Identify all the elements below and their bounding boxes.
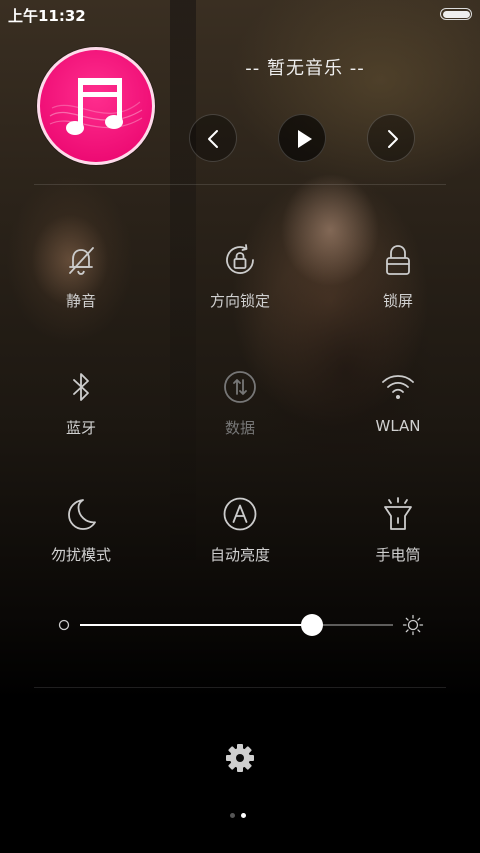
- divider: [34, 687, 446, 688]
- wallpaper-figure: [235, 170, 445, 530]
- toggle-label: 锁屏: [382, 292, 413, 310]
- toggle-auto-brightness[interactable]: 自动亮度: [175, 496, 305, 596]
- brightness-low-icon: [58, 619, 70, 631]
- song-title: -- 暂无音乐 --: [245, 58, 365, 79]
- brightness-high-icon: [402, 614, 424, 636]
- toggle-bluetooth[interactable]: 蓝牙: [16, 369, 146, 469]
- toggle-label: 方向锁定: [209, 292, 270, 310]
- toggle-wlan[interactable]: WLAN: [333, 369, 463, 469]
- toggle-lock-screen[interactable]: 锁屏: [333, 242, 463, 342]
- play-icon: [298, 130, 312, 148]
- chevron-right-icon: [388, 130, 398, 148]
- settings-button[interactable]: [224, 742, 256, 774]
- toggle-label: 手电筒: [375, 546, 421, 564]
- wifi-icon: [382, 375, 414, 399]
- status-time: 上午11:32: [8, 7, 86, 25]
- gear-icon: [226, 744, 254, 772]
- next-track-button[interactable]: [367, 114, 415, 162]
- previous-track-button[interactable]: [189, 114, 237, 162]
- toggle-label: 数据: [224, 419, 255, 437]
- play-button[interactable]: [278, 114, 326, 162]
- toggle-label: 蓝牙: [65, 419, 96, 437]
- slider-track-fill: [80, 624, 312, 626]
- toggle-mute[interactable]: 静音: [16, 242, 146, 342]
- toggle-rotation-lock[interactable]: 方向锁定: [175, 242, 305, 342]
- divider: [34, 184, 446, 185]
- flashlight-icon: [384, 497, 412, 530]
- mobile-data-icon: [224, 371, 256, 403]
- toggle-label: WLAN: [375, 417, 421, 435]
- auto-brightness-icon: [223, 497, 257, 531]
- toggle-label: 勿扰模式: [50, 546, 111, 564]
- bluetooth-icon: [73, 373, 89, 401]
- page-dot: [230, 813, 235, 818]
- lock-icon: [386, 245, 410, 275]
- page-indicator: [230, 813, 250, 819]
- slider-thumb[interactable]: [300, 614, 323, 636]
- chevron-left-icon: [208, 130, 218, 148]
- rotation-lock-icon: [226, 244, 254, 274]
- moon-icon: [68, 499, 96, 530]
- battery-icon: [440, 8, 472, 20]
- album-art[interactable]: [37, 47, 155, 165]
- music-note-icon: [49, 78, 143, 135]
- page-dot-active: [241, 813, 246, 818]
- bell-off-icon: [69, 247, 94, 275]
- toggle-label: 静音: [65, 292, 96, 310]
- status-bar: 上午11:32: [0, 0, 480, 28]
- brightness-slider[interactable]: [56, 610, 426, 640]
- toggle-label: 自动亮度: [209, 546, 270, 564]
- toggle-do-not-disturb[interactable]: 勿扰模式: [16, 496, 146, 596]
- toggle-mobile-data[interactable]: 数据: [175, 369, 305, 469]
- toggle-flashlight[interactable]: 手电筒: [333, 496, 463, 596]
